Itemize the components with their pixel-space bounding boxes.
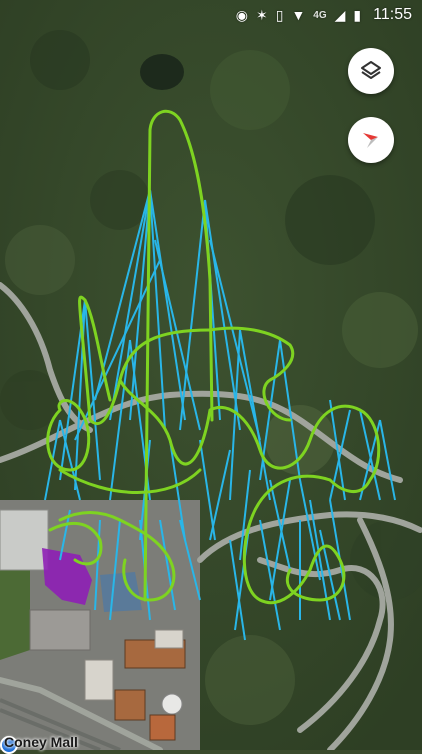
station-blue [100,572,142,612]
bluetooth-icon: ✶ [255,7,268,23]
status-bar: ◉ ✶ ▯ ▼ 4G ◢ ▮ 11:55 [0,0,422,30]
network-type: 4G [313,9,327,21]
wifi-icon: ▼ [291,7,306,23]
compass-button[interactable] [348,117,394,163]
layers-icon [361,61,381,79]
battery-icon: ▮ [353,7,362,23]
signal-icon: ◢ [334,7,346,23]
vibrate-icon: ▯ [275,7,284,23]
grass-patch [0,560,30,660]
pond [140,54,184,90]
clock: 11:55 [373,6,412,23]
location-icon: ◉ [235,7,248,23]
layers-button[interactable] [348,48,394,94]
satellite-map[interactable] [0,0,422,750]
compass-icon [363,133,378,148]
place-label[interactable]: Coney Mall [4,734,78,750]
